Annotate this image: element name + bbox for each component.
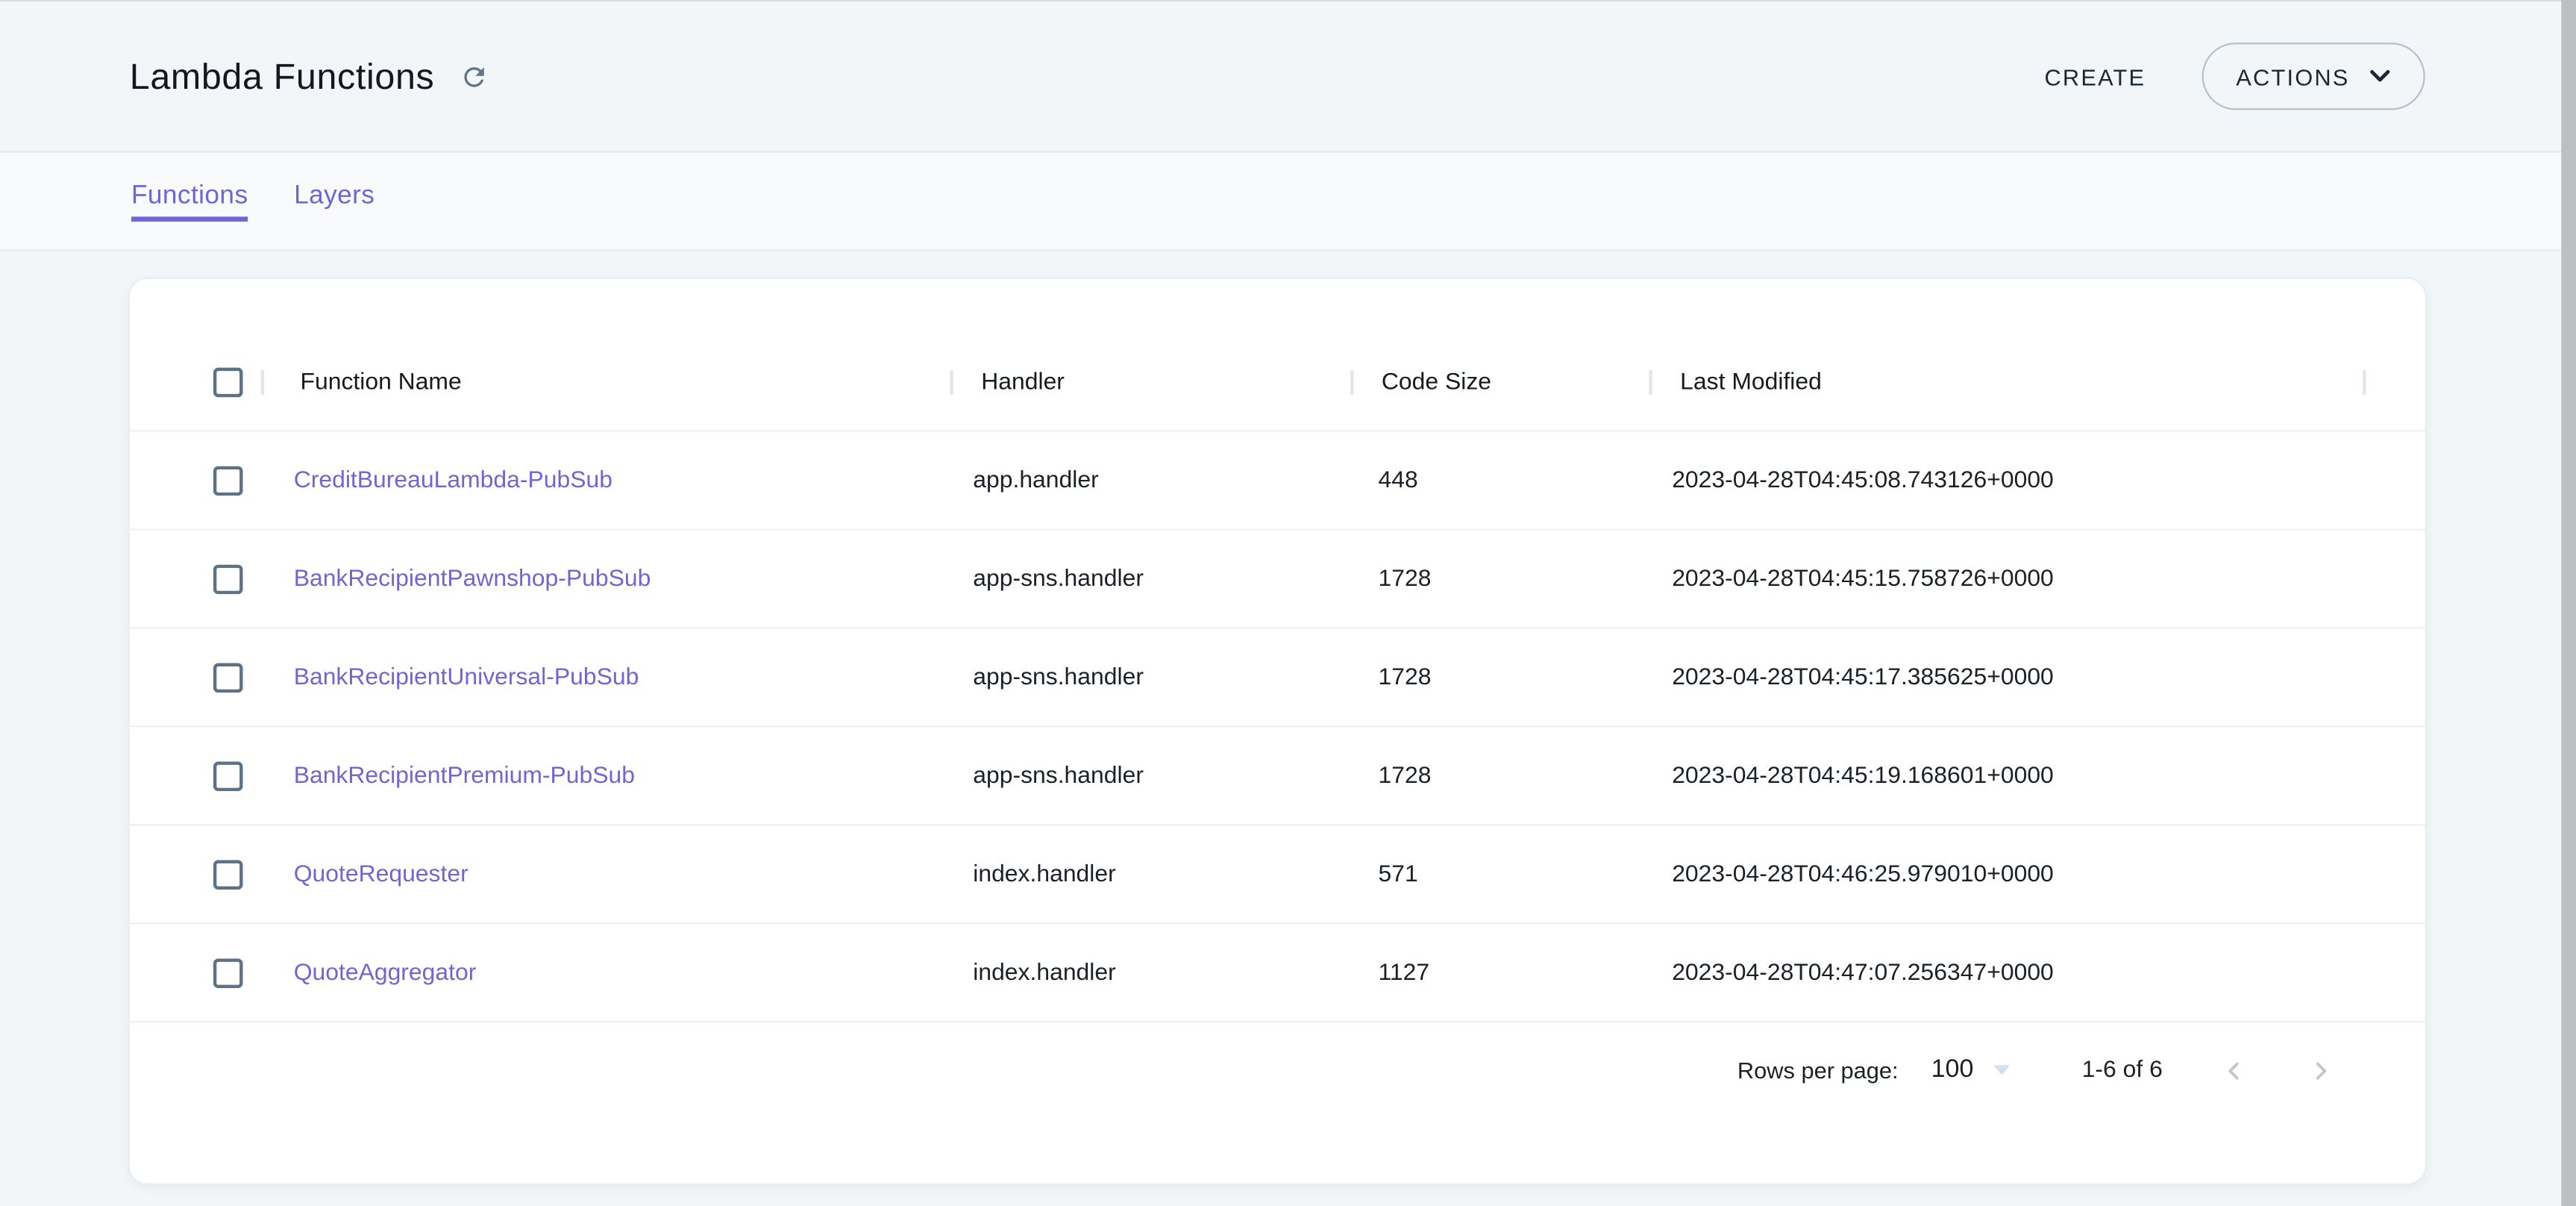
row-checkbox[interactable]	[213, 466, 243, 496]
table-row: BankRecipientUniversal-PubSub app-sns.ha…	[130, 628, 2425, 727]
scrollbar[interactable]	[2561, 0, 2576, 1206]
tab-functions[interactable]: Functions	[131, 181, 248, 221]
code-size-cell: 1728	[1354, 566, 1652, 592]
select-all-checkbox[interactable]	[213, 368, 243, 398]
chevron-left-icon	[2219, 1055, 2250, 1086]
last-modified-cell: 2023-04-28T04:45:19.168601+0000	[1652, 763, 2366, 789]
row-checkbox-cell	[130, 563, 264, 593]
handler-cell: app-sns.handler	[953, 763, 1354, 789]
code-size-cell: 448	[1354, 467, 1652, 493]
column-header-last-modified[interactable]: Last Modified	[1652, 335, 2366, 431]
function-name-link[interactable]: BankRecipientPawnshop-PubSub	[294, 566, 651, 592]
function-name-cell: CreditBureauLambda-PubSub	[264, 467, 953, 493]
header-actions: CREATE ACTIONS	[2034, 43, 2425, 110]
refresh-button[interactable]	[456, 58, 492, 94]
function-name-link[interactable]: QuoteAggregator	[294, 960, 477, 986]
row-checkbox-cell	[130, 760, 264, 790]
table-header-row: Function Name Handler Code Size Last Mod…	[130, 335, 2425, 432]
rows-per-page-select[interactable]: 100	[1931, 1055, 2010, 1085]
functions-table-card: Function Name Handler Code Size Last Mod…	[128, 278, 2427, 1185]
handler-cell: index.handler	[953, 960, 1354, 986]
page-title: Lambda Functions	[130, 55, 435, 98]
create-button[interactable]: CREATE	[2034, 50, 2155, 102]
function-name-cell: QuoteAggregator	[264, 960, 953, 986]
rows-per-page-value: 100	[1931, 1055, 1974, 1085]
last-modified-cell: 2023-04-28T04:45:08.743126+0000	[1652, 467, 2366, 493]
tabs-bar: Functions Layers	[0, 153, 2576, 251]
actions-button[interactable]: ACTIONS	[2201, 43, 2425, 110]
column-header-function-name[interactable]: Function Name	[264, 335, 953, 431]
row-checkbox[interactable]	[213, 859, 243, 889]
table-body: CreditBureauLambda-PubSub app.handler 44…	[130, 431, 2425, 1022]
rows-per-page-label: Rows per page:	[1737, 1057, 1899, 1083]
function-name-cell: QuoteRequester	[264, 861, 953, 887]
column-header-label: Last Modified	[1680, 369, 1822, 396]
table-row: BankRecipientPawnshop-PubSub app-sns.han…	[130, 530, 2425, 628]
chevron-right-icon	[2305, 1055, 2337, 1086]
column-header-spacer	[2366, 335, 2425, 431]
table-row: CreditBureauLambda-PubSub app.handler 44…	[130, 431, 2425, 530]
column-header-label: Code Size	[1382, 369, 1491, 396]
chevron-down-icon	[2369, 69, 2391, 84]
row-checkbox[interactable]	[213, 662, 243, 692]
function-name-cell: BankRecipientPremium-PubSub	[264, 763, 953, 789]
app-window: Lambda Functions CREATE ACTIONS Functi	[0, 0, 2576, 1206]
last-modified-cell: 2023-04-28T04:47:07.256347+0000	[1652, 960, 2366, 986]
main-content: Function Name Handler Code Size Last Mod…	[0, 251, 2576, 1185]
table-row: QuoteAggregator index.handler 1127 2023-…	[130, 924, 2425, 1022]
tab-layers[interactable]: Layers	[294, 181, 375, 221]
row-checkbox[interactable]	[213, 957, 243, 987]
last-modified-cell: 2023-04-28T04:46:25.979010+0000	[1652, 861, 2366, 887]
column-header-label: Handler	[981, 369, 1065, 396]
last-modified-cell: 2023-04-28T04:45:17.385625+0000	[1652, 664, 2366, 690]
table-row: BankRecipientPremium-PubSub app-sns.hand…	[130, 727, 2425, 825]
code-size-cell: 1728	[1354, 664, 1652, 690]
row-checkbox[interactable]	[213, 760, 243, 790]
code-size-cell: 1127	[1354, 960, 1652, 986]
pagination-range: 1-6 of 6	[2082, 1057, 2163, 1083]
page-header: Lambda Functions CREATE ACTIONS	[0, 1, 2576, 152]
previous-page-button[interactable]	[2212, 1048, 2256, 1092]
function-name-cell: BankRecipientUniversal-PubSub	[264, 664, 953, 690]
function-name-cell: BankRecipientPawnshop-PubSub	[264, 566, 953, 592]
column-header-label: Function Name	[300, 369, 461, 396]
row-checkbox[interactable]	[213, 563, 243, 593]
handler-cell: index.handler	[953, 861, 1354, 887]
code-size-cell: 571	[1354, 861, 1652, 887]
handler-cell: app.handler	[953, 467, 1354, 493]
select-all-cell	[130, 335, 264, 431]
column-header-handler[interactable]: Handler	[953, 335, 1354, 431]
function-name-link[interactable]: BankRecipientPremium-PubSub	[294, 763, 635, 789]
function-name-link[interactable]: QuoteRequester	[294, 861, 468, 887]
refresh-icon	[459, 61, 489, 91]
table-row: QuoteRequester index.handler 571 2023-04…	[130, 825, 2425, 924]
dropdown-arrow-icon	[1993, 1065, 2010, 1075]
function-name-link[interactable]: BankRecipientUniversal-PubSub	[294, 664, 639, 690]
next-page-button[interactable]	[2298, 1048, 2342, 1092]
row-checkbox-cell	[130, 859, 264, 889]
column-header-code-size[interactable]: Code Size	[1354, 335, 1652, 431]
code-size-cell: 1728	[1354, 763, 1652, 789]
handler-cell: app-sns.handler	[953, 664, 1354, 690]
row-checkbox-cell	[130, 957, 264, 987]
last-modified-cell: 2023-04-28T04:45:15.758726+0000	[1652, 566, 2366, 592]
row-checkbox-cell	[130, 662, 264, 692]
pagination-bar: Rows per page: 100 1-6 of 6	[130, 1022, 2425, 1118]
handler-cell: app-sns.handler	[953, 566, 1354, 592]
function-name-link[interactable]: CreditBureauLambda-PubSub	[294, 467, 612, 493]
actions-button-label: ACTIONS	[2236, 63, 2349, 90]
row-checkbox-cell	[130, 466, 264, 496]
